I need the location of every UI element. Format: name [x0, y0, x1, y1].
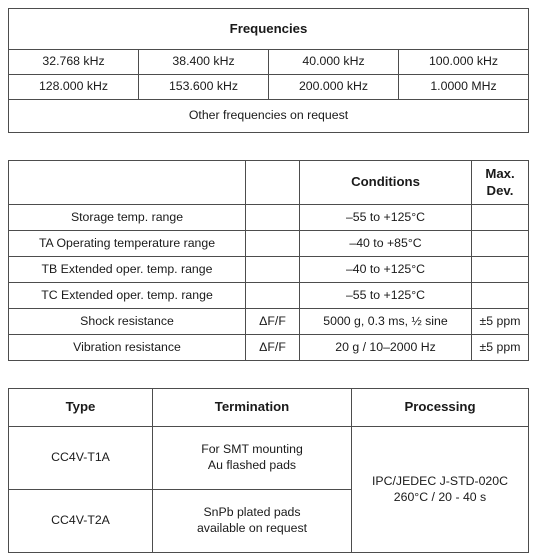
type-cell: CC4V-T2A	[8, 489, 153, 553]
max-dev-cell	[471, 256, 529, 283]
table-row: Shock resistance ΔF/F 5000 g, 0.3 ms, ½ …	[8, 308, 529, 335]
parameter-label: Shock resistance	[8, 308, 246, 335]
types-table: Type Termination Processing CC4V-T1A For…	[8, 388, 529, 553]
conditions-cell: –55 to +125°C	[299, 282, 472, 309]
processing-line-2: 260°C / 20 - 40 s	[393, 489, 487, 504]
termination-line-1: For SMT mounting	[201, 442, 303, 457]
frequency-cell: 100.000 kHz	[398, 49, 529, 75]
frequency-cell: 200.000 kHz	[268, 74, 399, 100]
conditions-cell: –55 to +125°C	[299, 204, 472, 231]
frequencies-note-row: Other frequencies on request	[8, 99, 529, 133]
parameter-label: Storage temp. range	[8, 204, 246, 231]
table-row: Storage temp. range –55 to +125°C	[8, 204, 529, 231]
max-dev-cell	[471, 230, 529, 257]
column-header-parameter	[8, 160, 246, 205]
frequency-cell: 38.400 kHz	[138, 49, 269, 75]
frequency-cell: 1.0000 MHz	[398, 74, 529, 100]
symbol-cell	[245, 204, 300, 231]
table-row: 128.000 kHz 153.600 kHz 200.000 kHz 1.00…	[8, 74, 529, 100]
frequencies-title: Frequencies	[8, 8, 529, 50]
termination-line-1: SnPb plated pads	[203, 505, 301, 520]
termination-cell: SnPb plated pads available on request	[152, 489, 352, 553]
table-row: TA Operating temperature range –40 to +8…	[8, 230, 529, 257]
processing-cell: IPC/JEDEC J-STD-020C 260°C / 20 - 40 s	[351, 426, 529, 553]
max-dev-cell: ±5 ppm	[471, 334, 529, 361]
frequencies-note: Other frequencies on request	[8, 99, 529, 133]
conditions-cell: 5000 g, 0.3 ms, ½ sine	[299, 308, 472, 335]
environmental-table: Conditions Max. Dev. Storage temp. range…	[8, 160, 529, 361]
column-header-termination: Termination	[152, 388, 352, 427]
parameter-label: Vibration resistance	[8, 334, 246, 361]
frequencies-title-row: Frequencies	[8, 8, 529, 50]
column-header-max-dev: Max. Dev.	[471, 160, 529, 205]
parameter-label: TC Extended oper. temp. range	[8, 282, 246, 309]
type-cell: CC4V-T1A	[8, 426, 153, 490]
symbol-cell	[245, 256, 300, 283]
conditions-cell: –40 to +85°C	[299, 230, 472, 257]
table-row: CC4V-T1A For SMT mounting Au flashed pad…	[8, 426, 529, 553]
conditions-cell: 20 g / 10–2000 Hz	[299, 334, 472, 361]
frequency-cell: 153.600 kHz	[138, 74, 269, 100]
environmental-header-row: Conditions Max. Dev.	[8, 160, 529, 205]
table-row: TB Extended oper. temp. range –40 to +12…	[8, 256, 529, 283]
max-dev-cell: ±5 ppm	[471, 308, 529, 335]
column-header-symbol	[245, 160, 300, 205]
column-header-conditions: Conditions	[299, 160, 472, 205]
datasheet-page: Frequencies 32.768 kHz 38.400 kHz 40.000…	[0, 0, 540, 560]
conditions-cell: –40 to +125°C	[299, 256, 472, 283]
termination-line-2: available on request	[196, 521, 308, 535]
parameter-label: TB Extended oper. temp. range	[8, 256, 246, 283]
table-row: 32.768 kHz 38.400 kHz 40.000 kHz 100.000…	[8, 49, 529, 75]
column-header-type: Type	[8, 388, 153, 427]
frequency-cell: 40.000 kHz	[268, 49, 399, 75]
processing-line-1: IPC/JEDEC J-STD-020C	[372, 473, 508, 488]
symbol-cell	[245, 282, 300, 309]
max-dev-cell	[471, 204, 529, 231]
symbol-cell: ΔF/F	[245, 308, 300, 335]
termination-line-2: Au flashed pads	[207, 458, 297, 472]
parameter-label: TA Operating temperature range	[8, 230, 246, 257]
symbol-cell	[245, 230, 300, 257]
types-header-row: Type Termination Processing	[8, 388, 529, 427]
frequency-cell: 128.000 kHz	[8, 74, 139, 100]
table-row: TC Extended oper. temp. range –55 to +12…	[8, 282, 529, 309]
max-dev-cell	[471, 282, 529, 309]
frequencies-table: Frequencies 32.768 kHz 38.400 kHz 40.000…	[8, 8, 529, 133]
table-row: Vibration resistance ΔF/F 20 g / 10–2000…	[8, 334, 529, 361]
column-header-processing: Processing	[351, 388, 529, 427]
termination-cell: For SMT mounting Au flashed pads	[152, 426, 352, 490]
symbol-cell: ΔF/F	[245, 334, 300, 361]
frequency-cell: 32.768 kHz	[8, 49, 139, 75]
